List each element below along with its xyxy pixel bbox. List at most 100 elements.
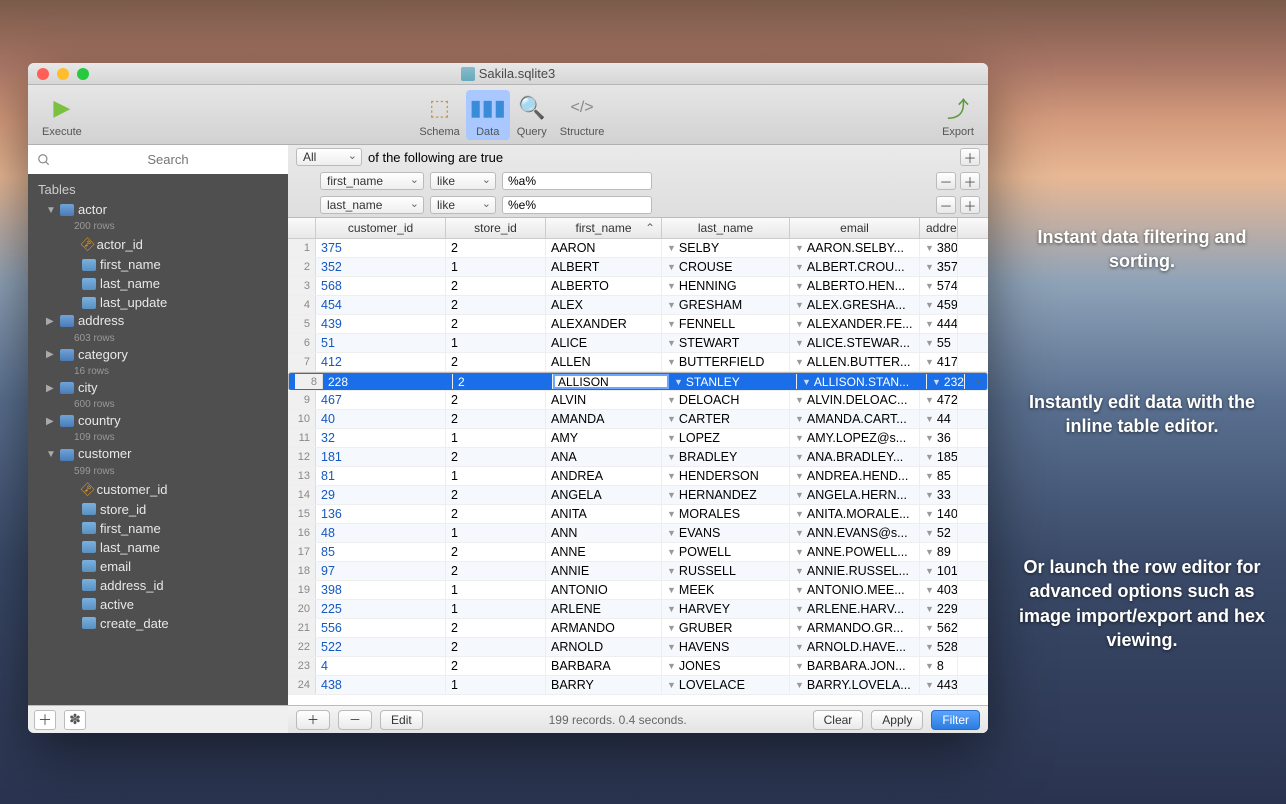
cell-first-name[interactable]: ANITA	[546, 505, 662, 523]
cell-last-name[interactable]: ▼HENNING	[662, 277, 790, 295]
cell-address-id[interactable]: ▼232	[927, 374, 965, 389]
cell-first-name[interactable]: ALBERTO	[546, 277, 662, 295]
cell-last-name[interactable]: ▼SELBY	[662, 239, 790, 257]
col-header-addre[interactable]: addre	[920, 218, 958, 238]
cell-first-name[interactable]: BARRY	[546, 676, 662, 694]
cell-last-name[interactable]: ▼RUSSELL	[662, 562, 790, 580]
cell-first-name[interactable]: ALLISON	[553, 374, 669, 389]
cell-email[interactable]: ▼AMANDA.CART...	[790, 410, 920, 428]
cell-customer-id[interactable]: 225	[316, 600, 446, 618]
filter-op-select[interactable]: like	[430, 196, 496, 214]
cell-first-name[interactable]: ALEXANDER	[546, 315, 662, 333]
cell-store-id[interactable]: 2	[446, 353, 546, 371]
cell-email[interactable]: ▼ANA.BRADLEY...	[790, 448, 920, 466]
cell-last-name[interactable]: ▼JONES	[662, 657, 790, 675]
search-input[interactable]	[31, 148, 285, 171]
cell-email[interactable]: ▼AARON.SELBY...	[790, 239, 920, 257]
cell-email[interactable]: ▼ANDREA.HEND...	[790, 467, 920, 485]
remove-row-button[interactable]: －	[338, 710, 372, 730]
cell-address-id[interactable]: ▼36	[920, 429, 958, 447]
cell-address-id[interactable]: ▼403	[920, 581, 958, 599]
cell-email[interactable]: ▼ANN.EVANS@s...	[790, 524, 920, 542]
cell-customer-id[interactable]: 97	[316, 562, 446, 580]
export-button[interactable]: ⤴ Export	[936, 90, 980, 140]
cell-store-id[interactable]: 2	[453, 374, 553, 389]
add-rule-button[interactable]: ＋	[960, 172, 980, 190]
cell-last-name[interactable]: ▼MORALES	[662, 505, 790, 523]
table-row[interactable]: 44542ALEX▼GRESHAM▼ALEX.GRESHA...▼459	[288, 296, 988, 315]
cell-customer-id[interactable]: 454	[316, 296, 446, 314]
cell-store-id[interactable]: 1	[446, 676, 546, 694]
column-first_name[interactable]: first_name	[28, 519, 288, 538]
cell-customer-id[interactable]: 228	[323, 374, 453, 389]
cell-customer-id[interactable]: 556	[316, 619, 446, 637]
cell-email[interactable]: ▼ALLISON.STAN...	[797, 374, 927, 389]
column-create_date[interactable]: create_date	[28, 614, 288, 633]
table-row[interactable]: 151362ANITA▼MORALES▼ANITA.MORALE...▼140	[288, 505, 988, 524]
cell-store-id[interactable]: 1	[446, 524, 546, 542]
data-grid[interactable]: 13752AARON▼SELBY▼AARON.SELBY...▼380 2352…	[288, 239, 988, 705]
column-last_name[interactable]: last_name	[28, 538, 288, 557]
cell-store-id[interactable]: 1	[446, 467, 546, 485]
cell-first-name[interactable]: ALBERT	[546, 258, 662, 276]
cell-last-name[interactable]: ▼BRADLEY	[662, 448, 790, 466]
cell-email[interactable]: ▼ANNE.POWELL...	[790, 543, 920, 561]
table-row[interactable]: 121812ANA▼BRADLEY▼ANA.BRADLEY...▼185	[288, 448, 988, 467]
cell-address-id[interactable]: ▼357	[920, 258, 958, 276]
column-first_name[interactable]: first_name	[28, 255, 288, 274]
structure-button[interactable]: </> Structure	[554, 90, 611, 140]
cell-store-id[interactable]: 2	[446, 391, 546, 409]
table-row[interactable]: 244381BARRY▼LOVELACE▼BARRY.LOVELA...▼443	[288, 676, 988, 695]
table-row[interactable]: 13752AARON▼SELBY▼AARON.SELBY...▼380	[288, 239, 988, 258]
cell-last-name[interactable]: ▼POWELL	[662, 543, 790, 561]
cell-address-id[interactable]: ▼562	[920, 619, 958, 637]
cell-address-id[interactable]: ▼52	[920, 524, 958, 542]
cell-address-id[interactable]: ▼8	[920, 657, 958, 675]
cell-address-id[interactable]: ▼459	[920, 296, 958, 314]
table-row[interactable]: 215562ARMANDO▼GRUBER▼ARMANDO.GR...▼562	[288, 619, 988, 638]
add-row-button[interactable]: ＋	[296, 710, 330, 730]
cell-last-name[interactable]: ▼CROUSE	[662, 258, 790, 276]
cell-store-id[interactable]: 2	[446, 486, 546, 504]
column-email[interactable]: email	[28, 557, 288, 576]
cell-first-name[interactable]: ALEX	[546, 296, 662, 314]
cell-last-name[interactable]: ▼HARVEY	[662, 600, 790, 618]
cell-email[interactable]: ▼ANTONIO.MEE...	[790, 581, 920, 599]
cell-address-id[interactable]: ▼472	[920, 391, 958, 409]
cell-store-id[interactable]: 1	[446, 600, 546, 618]
cell-email[interactable]: ▼ALVIN.DELOAC...	[790, 391, 920, 409]
cell-last-name[interactable]: ▼STEWART	[662, 334, 790, 352]
table-row[interactable]: 35682ALBERTO▼HENNING▼ALBERTO.HEN...▼574	[288, 277, 988, 296]
cell-customer-id[interactable]: 29	[316, 486, 446, 504]
table-row[interactable]: 11321AMY▼LOPEZ▼AMY.LOPEZ@s...▼36	[288, 429, 988, 448]
cell-customer-id[interactable]: 568	[316, 277, 446, 295]
cell-store-id[interactable]: 1	[446, 258, 546, 276]
cell-customer-id[interactable]: 51	[316, 334, 446, 352]
tables-tree[interactable]: Tables ▼actor 200 rows ⚿actor_idfirst_na…	[28, 174, 288, 705]
cell-first-name[interactable]: ALICE	[546, 334, 662, 352]
cell-last-name[interactable]: ▼STANLEY	[669, 374, 797, 389]
cell-address-id[interactable]: ▼229	[920, 600, 958, 618]
cell-address-id[interactable]: ▼185	[920, 448, 958, 466]
clear-button[interactable]: Clear	[813, 710, 864, 730]
cell-last-name[interactable]: ▼GRUBER	[662, 619, 790, 637]
cell-address-id[interactable]: ▼85	[920, 467, 958, 485]
execute-button[interactable]: ▶ Execute	[36, 90, 88, 140]
cell-customer-id[interactable]: 398	[316, 581, 446, 599]
cell-store-id[interactable]: 2	[446, 657, 546, 675]
cell-last-name[interactable]: ▼CARTER	[662, 410, 790, 428]
cell-store-id[interactable]: 1	[446, 429, 546, 447]
table-actor[interactable]: ▼actor 200 rows	[28, 201, 288, 234]
table-customer[interactable]: ▼customer 599 rows	[28, 445, 288, 478]
table-row[interactable]: 225222ARNOLD▼HAVENS▼ARNOLD.HAVE...▼528	[288, 638, 988, 657]
cell-email[interactable]: ▼ARLENE.HARV...	[790, 600, 920, 618]
cell-email[interactable]: ▼ANITA.MORALE...	[790, 505, 920, 523]
settings-button[interactable]: ✽	[64, 710, 86, 730]
filter-value-input[interactable]	[502, 172, 652, 190]
cell-address-id[interactable]: ▼443	[920, 676, 958, 694]
table-row[interactable]: 74122ALLEN▼BUTTERFIELD▼ALLEN.BUTTER...▼4…	[288, 353, 988, 372]
cell-address-id[interactable]: ▼528	[920, 638, 958, 656]
cell-store-id[interactable]: 2	[446, 410, 546, 428]
cell-email[interactable]: ▼ALICE.STEWAR...	[790, 334, 920, 352]
cell-last-name[interactable]: ▼HENDERSON	[662, 467, 790, 485]
